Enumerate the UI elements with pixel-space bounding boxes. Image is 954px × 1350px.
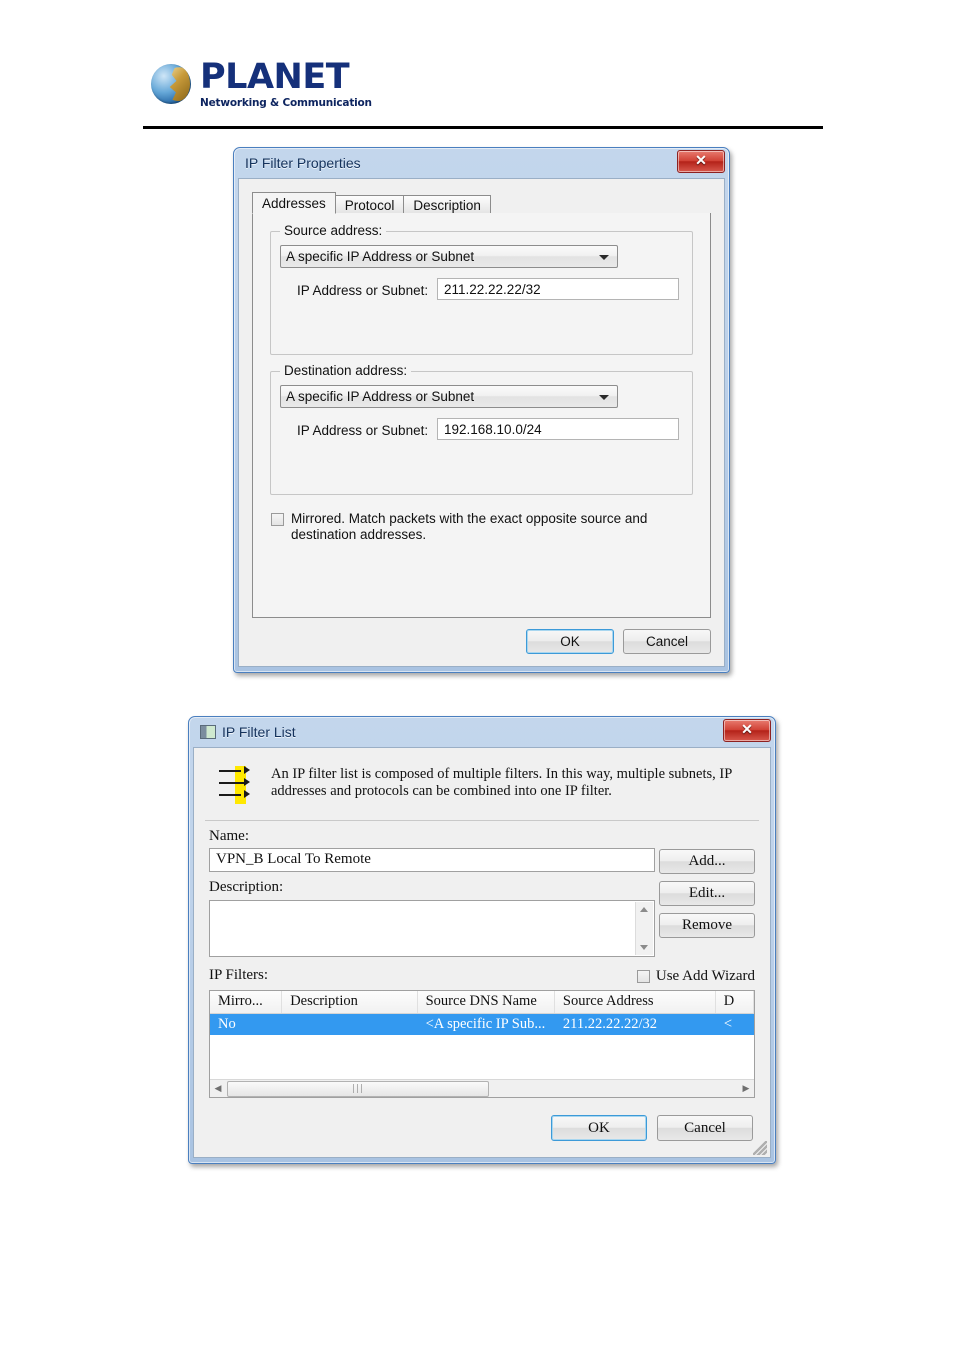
scroll-left-icon[interactable]: ◀ <box>210 1084 226 1094</box>
cell-mirrored: No <box>218 1016 236 1032</box>
name-input[interactable]: VPN_B Local To Remote <box>209 848 655 872</box>
dialog2-titlebar[interactable]: IP Filter List ✕ <box>189 717 775 747</box>
column-header-mirrored[interactable]: Mirro... <box>210 991 283 1013</box>
mirrored-checkbox-row[interactable]: Mirrored. Match packets with the exact o… <box>271 511 692 543</box>
description-input[interactable] <box>209 900 655 957</box>
dialog1-body: Addresses Protocol Description Source ad… <box>238 178 725 667</box>
destination-address-group: Destination address: A specific IP Addre… <box>270 363 693 495</box>
mirrored-checkbox[interactable] <box>271 513 284 526</box>
tabpage-addresses: Source address: A specific IP Address or… <box>252 213 711 618</box>
close-icon[interactable]: ✕ <box>723 719 771 742</box>
dialog1-title: IP Filter Properties <box>245 155 361 171</box>
tab-description[interactable]: Description <box>403 195 491 214</box>
table-row[interactable]: No <A specific IP Sub... 211.22.22.22/32… <box>210 1014 754 1035</box>
ip-filter-properties-dialog: IP Filter Properties ✕ Addresses Protoco… <box>233 147 730 673</box>
ip-filters-listview[interactable]: Mirro... Description Source DNS Name Sou… <box>209 990 755 1098</box>
mirrored-label: Mirrored. Match packets with the exact o… <box>291 511 648 542</box>
ip-filters-label: IP Filters: <box>209 967 269 983</box>
edit-button[interactable]: Edit... <box>659 881 755 906</box>
header-divider <box>143 126 823 129</box>
source-ip-label: IP Address or Subnet: <box>297 283 429 298</box>
listview-header: Mirro... Description Source DNS Name Sou… <box>210 991 754 1014</box>
column-header-destination[interactable]: D <box>716 991 754 1013</box>
use-add-wizard-row[interactable]: Use Add Wizard <box>636 968 755 985</box>
chevron-down-icon <box>599 395 609 400</box>
destination-address-group-title: Destination address: <box>280 363 412 378</box>
scrollbar-grip: ||| <box>351 1083 365 1094</box>
cell-source-addr: 211.22.22.22/32 <box>562 1016 658 1032</box>
ok-button[interactable]: OK <box>551 1115 647 1141</box>
ok-button[interactable]: OK <box>526 629 614 654</box>
listview-horizontal-scrollbar[interactable]: ◀ ||| ▶ <box>210 1079 754 1097</box>
page-header: PLANET Networking & Communication <box>143 52 833 132</box>
source-ip-input[interactable]: 211.22.22.22/32 <box>437 278 679 300</box>
destination-ip-label: IP Address or Subnet: <box>297 423 429 438</box>
cell-source-dns: <A specific IP Sub... <box>425 1016 546 1032</box>
column-header-source-addr[interactable]: Source Address <box>555 991 716 1013</box>
dialog1-tabstrip: Addresses Protocol Description <box>252 191 711 215</box>
source-address-type-value: A specific IP Address or Subnet <box>286 249 475 264</box>
cell-destination: < <box>723 1016 732 1032</box>
brand-tagline: Networking & Communication <box>200 97 372 109</box>
description-label: Description: <box>209 879 284 895</box>
cancel-button[interactable]: Cancel <box>623 629 711 654</box>
name-label: Name: <box>209 828 249 844</box>
tab-protocol[interactable]: Protocol <box>334 195 405 214</box>
brand-name: PLANET <box>200 57 350 97</box>
info-text: An IP filter list is composed of multipl… <box>271 766 732 799</box>
remove-button[interactable]: Remove <box>659 913 755 938</box>
close-icon[interactable]: ✕ <box>677 150 725 173</box>
tab-addresses[interactable]: Addresses <box>252 192 336 214</box>
dialog1-titlebar[interactable]: IP Filter Properties ✕ <box>234 148 729 178</box>
resize-grip[interactable] <box>753 1141 767 1155</box>
chevron-down-icon <box>599 255 609 260</box>
cell-description <box>282 1014 417 1035</box>
column-header-description[interactable]: Description <box>282 991 418 1013</box>
scroll-up-icon[interactable] <box>640 907 648 912</box>
add-button[interactable]: Add... <box>659 849 755 874</box>
ip-filter-list-dialog: IP Filter List ✕ An IP filter list is co… <box>188 716 776 1164</box>
app-icon <box>200 725 216 739</box>
source-address-group-title: Source address: <box>280 223 387 238</box>
description-scrollbar[interactable] <box>635 902 653 955</box>
planet-logo: PLANET Networking & Communication <box>151 60 372 109</box>
use-add-wizard-checkbox[interactable] <box>636 970 650 983</box>
scrollbar-thumb[interactable]: ||| <box>227 1080 489 1097</box>
dialog2-body: An IP filter list is composed of multipl… <box>193 747 771 1158</box>
destination-address-type-value: A specific IP Address or Subnet <box>286 389 475 404</box>
use-add-wizard-label: Use Add Wizard <box>655 968 755 984</box>
ip-filter-list-icon <box>219 764 253 806</box>
destination-address-type-combo[interactable]: A specific IP Address or Subnet <box>280 385 618 408</box>
source-address-group: Source address: A specific IP Address or… <box>270 223 693 355</box>
source-address-type-combo[interactable]: A specific IP Address or Subnet <box>280 245 618 268</box>
scroll-down-icon[interactable] <box>640 945 648 950</box>
scroll-right-icon[interactable]: ▶ <box>738 1084 754 1094</box>
column-header-source-dns[interactable]: Source DNS Name <box>418 991 555 1013</box>
cancel-button[interactable]: Cancel <box>657 1115 753 1141</box>
destination-ip-input[interactable]: 192.168.10.0/24 <box>437 418 679 440</box>
dialog2-title: IP Filter List <box>222 724 296 740</box>
planet-globe-icon <box>151 64 191 105</box>
info-panel: An IP filter list is composed of multipl… <box>205 758 759 821</box>
